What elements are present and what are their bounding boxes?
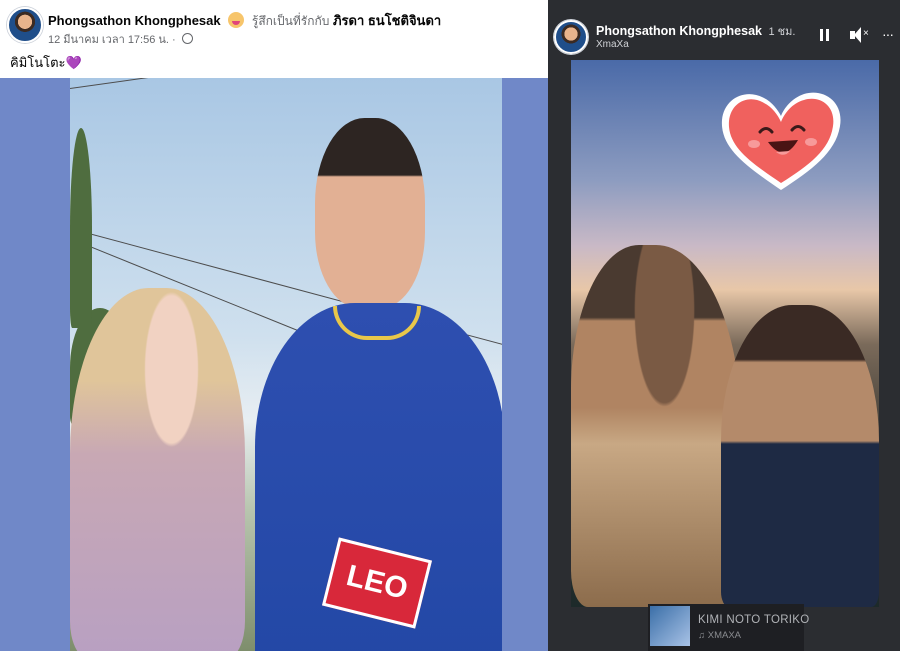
story-author-line: Phongsathon Khongphesak 1 ชม. xyxy=(596,22,795,40)
story-author-name[interactable]: Phongsathon Khongphesak xyxy=(596,24,762,38)
guy-figure xyxy=(721,305,879,607)
story-time: 1 ชม. xyxy=(768,26,796,38)
heart-sticker-icon[interactable] xyxy=(716,86,846,196)
tree xyxy=(70,128,92,328)
post-author-line: Phongsathon Khongphesak รู้สึกเป็นที่รัก… xyxy=(48,10,441,31)
globe-icon[interactable] xyxy=(181,33,193,44)
feeling-text: รู้สึกเป็นที่รักกับ xyxy=(251,14,330,28)
caption-text: คิมิโนโตะ xyxy=(10,55,66,70)
woman-figure xyxy=(70,288,245,651)
more-icon[interactable]: ··· xyxy=(882,26,898,44)
author-avatar[interactable] xyxy=(7,7,43,43)
facebook-post: Phongsathon Khongphesak รู้สึกเป็นที่รัก… xyxy=(0,0,548,651)
post-meta: 12 มีนาคม เวลา 17:56 น. · xyxy=(48,30,193,48)
pause-icon[interactable] xyxy=(818,26,832,44)
track-artist: ♫ XMAXA xyxy=(698,630,742,641)
man-head xyxy=(315,118,425,308)
post-author-name[interactable]: Phongsathon Khongphesak xyxy=(48,13,221,28)
mute-icon[interactable]: × xyxy=(848,26,870,44)
track-album-art xyxy=(650,606,690,646)
post-timestamp[interactable]: 12 มีนาคม เวลา 17:56 น. xyxy=(48,34,169,46)
power-line xyxy=(70,78,199,89)
speaker-icon xyxy=(850,27,861,43)
post-caption: คิมิโนโตะ💜 xyxy=(10,52,82,73)
post-header: Phongsathon Khongphesak รู้สึกเป็นที่รัก… xyxy=(0,0,548,78)
feeling-emoji-icon xyxy=(228,12,245,28)
tagged-person[interactable]: ภิรดา ธนโชติจินดา xyxy=(333,13,441,28)
post-photo[interactable]: LEO xyxy=(70,78,502,651)
purple-heart-icon: 💜 xyxy=(65,55,82,70)
story-music-label[interactable]: XmaXa xyxy=(596,39,629,50)
track-title: KIMI NOTO TORIKO xyxy=(698,614,810,626)
story-author-avatar[interactable] xyxy=(554,20,588,54)
meta-separator: · xyxy=(172,34,176,46)
man-figure: LEO xyxy=(255,118,502,651)
girl-figure xyxy=(571,245,741,607)
mute-x-mark: × xyxy=(863,28,869,39)
